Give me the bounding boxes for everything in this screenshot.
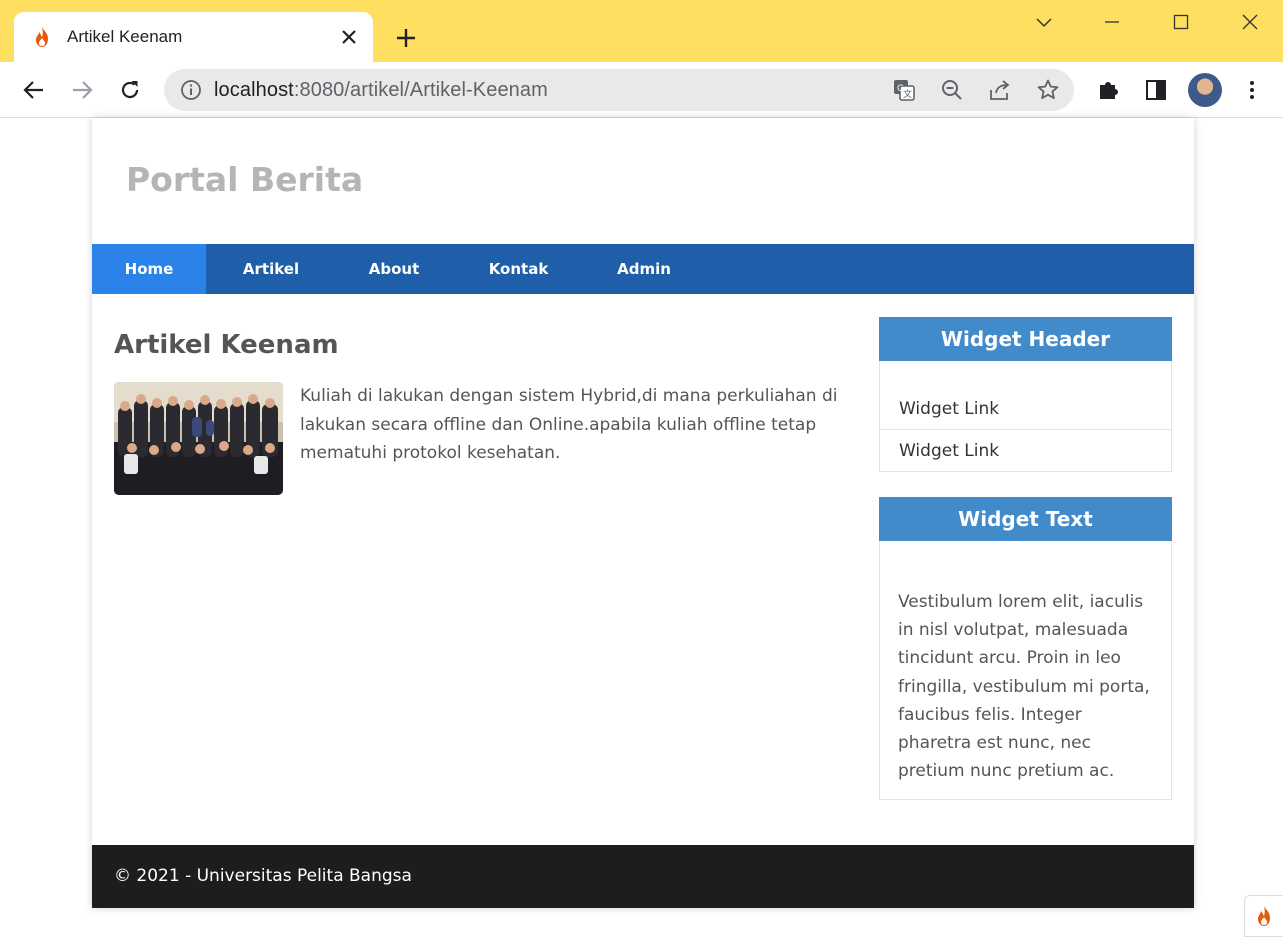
main-navigation: Home Artikel About Kontak Admin bbox=[92, 244, 1194, 294]
widget-text-body: Vestibulum lorem elit, iaculis in nisl v… bbox=[898, 592, 1150, 782]
article-image bbox=[114, 382, 283, 495]
flame-favicon-icon bbox=[36, 27, 48, 47]
window-close-icon[interactable] bbox=[1235, 8, 1265, 36]
browser-tab-strip: Artikel Keenam bbox=[0, 0, 1283, 62]
address-bar[interactable]: localhost:8080/artikel/Artikel-Keenam G文 bbox=[164, 69, 1074, 111]
browser-toolbar: localhost:8080/artikel/Artikel-Keenam G文 bbox=[0, 62, 1283, 118]
side-panel-icon[interactable] bbox=[1141, 75, 1171, 105]
site-info-icon[interactable] bbox=[176, 75, 206, 105]
svg-text:文: 文 bbox=[903, 88, 912, 100]
back-arrow-icon[interactable] bbox=[19, 75, 49, 105]
zoom-out-icon[interactable] bbox=[937, 75, 967, 105]
tab-title: Artikel Keenam bbox=[67, 27, 183, 46]
debug-toolbar-flame-icon[interactable] bbox=[1244, 895, 1283, 937]
nav-item-home[interactable]: Home bbox=[92, 244, 206, 294]
share-icon[interactable] bbox=[985, 75, 1015, 105]
site-title[interactable]: Portal Berita bbox=[126, 160, 363, 199]
page-viewport: Portal Berita Home Artikel About Kontak … bbox=[0, 118, 1283, 938]
nav-item-artikel[interactable]: Artikel bbox=[206, 244, 336, 294]
maximize-icon[interactable] bbox=[1166, 8, 1196, 36]
site-footer: © 2021 - Universitas Pelita Bangsa bbox=[92, 845, 1194, 908]
widget-link-2[interactable]: Widget Link bbox=[880, 430, 1171, 472]
url-path: :8080/artikel/Artikel-Keenam bbox=[293, 79, 548, 101]
bookmark-star-icon[interactable] bbox=[1033, 75, 1063, 105]
tab-search-chevron-icon[interactable] bbox=[1029, 8, 1059, 36]
widget-links: Widget Header Widget Link Widget Link bbox=[879, 317, 1172, 472]
nav-item-about[interactable]: About bbox=[336, 244, 452, 294]
nav-item-kontak[interactable]: Kontak bbox=[452, 244, 585, 294]
browser-tab[interactable]: Artikel Keenam bbox=[14, 12, 373, 62]
reload-icon[interactable] bbox=[115, 75, 145, 105]
url-host: localhost bbox=[214, 79, 294, 101]
widget-header-title: Widget Header bbox=[879, 317, 1172, 361]
extensions-puzzle-icon[interactable] bbox=[1093, 75, 1123, 105]
tab-close-icon[interactable] bbox=[336, 24, 362, 50]
page-container: Portal Berita Home Artikel About Kontak … bbox=[92, 118, 1194, 908]
translate-icon[interactable]: G文 bbox=[889, 75, 919, 105]
article-title: Artikel Keenam bbox=[114, 330, 339, 360]
widget-text-title: Widget Text bbox=[879, 497, 1172, 541]
article-body: Kuliah di lakukan dengan sistem Hybrid,d… bbox=[300, 386, 838, 463]
url-text[interactable]: localhost:8080/artikel/Artikel-Keenam bbox=[214, 79, 548, 102]
profile-avatar[interactable] bbox=[1188, 73, 1222, 107]
group-photo-image bbox=[114, 382, 283, 495]
new-tab-plus-icon[interactable] bbox=[392, 24, 420, 52]
forward-arrow-icon[interactable] bbox=[67, 75, 97, 105]
nav-item-admin[interactable]: Admin bbox=[585, 244, 703, 294]
widget-link-1[interactable]: Widget Link bbox=[880, 388, 1171, 430]
widget-text: Widget Text Vestibulum lorem elit, iacul… bbox=[879, 497, 1172, 800]
minimize-icon[interactable] bbox=[1097, 8, 1127, 36]
menu-kebab-icon[interactable] bbox=[1237, 75, 1267, 105]
